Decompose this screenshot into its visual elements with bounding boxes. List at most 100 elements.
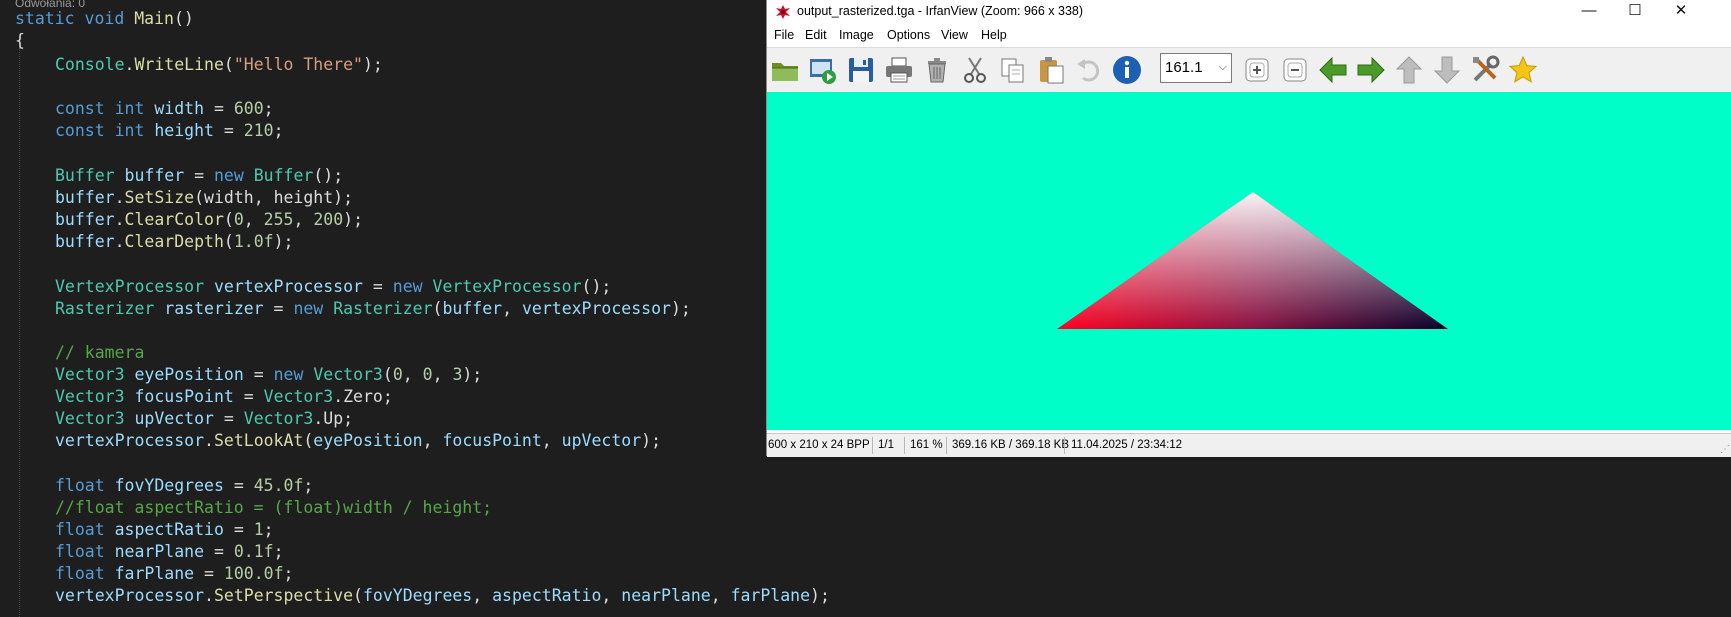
token-identifier: rasterizer	[164, 299, 264, 318]
code-line-near-plane[interactable]: float nearPlane = 0.1f;	[55, 541, 284, 563]
previous-icon[interactable]	[1317, 54, 1349, 86]
favorite-icon[interactable]	[1507, 54, 1539, 86]
title-bar[interactable]: output_rasterized.tga - IrfanView (Zoom:…	[767, 0, 1731, 24]
token-punct: (	[382, 365, 393, 384]
code-line-eye-position[interactable]: Vector3 eyePosition = new Vector3(0, 0, …	[55, 364, 482, 386]
code-line-rasterizer[interactable]: Rasterizer rasterizer = new Rasterizer(b…	[55, 298, 691, 320]
token-keyword: float	[55, 542, 105, 561]
token-identifier: focusPoint	[442, 431, 542, 450]
menu-edit[interactable]: Edit	[805, 28, 827, 42]
code-line-far-plane[interactable]: float farPlane = 100.0f;	[55, 563, 293, 585]
token-punct: ;	[273, 121, 284, 140]
token-number: 255	[263, 210, 294, 229]
token-keyword: static	[15, 9, 75, 28]
code-line-set-look-at[interactable]: vertexProcessor.SetLookAt(eyePosition, f…	[55, 430, 661, 452]
delete-icon[interactable]	[921, 54, 953, 86]
status-separator	[946, 437, 947, 454]
token-identifier: buffer	[442, 299, 503, 318]
token-identifier: buffer	[124, 166, 185, 185]
code-line-open-brace[interactable]: {	[15, 30, 25, 52]
first-icon[interactable]	[1393, 54, 1425, 86]
status-separator	[904, 437, 905, 454]
indent-guide	[19, 40, 20, 617]
menu-help[interactable]: Help	[981, 28, 1007, 42]
token-type: Vector3	[243, 409, 314, 428]
last-icon[interactable]	[1431, 54, 1463, 86]
token-keyword: const	[55, 99, 105, 118]
status-dimensions: 600 x 210 x 24 BPP	[768, 439, 870, 451]
code-line-up-vector[interactable]: Vector3 upVector = Vector3.Up;	[55, 408, 353, 430]
zoom-select[interactable]: 161.1 ⌵	[1160, 53, 1232, 83]
token-keyword: new	[273, 365, 304, 384]
token-args: (width, height);	[194, 188, 354, 207]
menu-options[interactable]: Options	[887, 28, 930, 42]
menu-image[interactable]: Image	[839, 28, 874, 42]
code-line-width[interactable]: const int width = 600;	[55, 98, 274, 120]
token-punct: =	[184, 166, 214, 185]
menu-view[interactable]: View	[941, 28, 968, 42]
code-line-signature[interactable]: static void Main()	[15, 8, 194, 30]
code-line-clear-depth[interactable]: buffer.ClearDepth(1.0f);	[55, 231, 293, 253]
code-line-focus-point[interactable]: Vector3 focusPoint = Vector3.Zero;	[55, 386, 393, 408]
code-line-writeline[interactable]: Console.WriteLine("Hello There");	[55, 54, 383, 76]
image-canvas[interactable]	[767, 92, 1731, 430]
code-line-fov[interactable]: float fovYDegrees = 45.0f;	[55, 475, 313, 497]
token-punct: ,	[502, 299, 522, 318]
token-punct: ,	[472, 586, 493, 605]
print-icon[interactable]	[883, 54, 915, 86]
toolbar: 161.1 ⌵	[767, 47, 1731, 93]
token-punct: ,	[402, 365, 423, 384]
token-identifier: fovYDegrees	[362, 586, 473, 605]
token-identifier: eyePosition	[313, 431, 423, 450]
code-line-comment-aspect[interactable]: //float aspectRatio = (float)width / hei…	[55, 497, 492, 519]
token-punct: .	[204, 431, 214, 450]
token-number: 1.0f	[233, 232, 274, 251]
zoom-in-icon[interactable]	[1241, 54, 1273, 86]
copy-icon[interactable]	[997, 54, 1029, 86]
token-number: 1	[253, 520, 264, 539]
token-punct: ;	[273, 542, 284, 561]
close-button[interactable]: ✕	[1658, 0, 1704, 24]
code-line-buffer-new[interactable]: Buffer buffer = new Buffer();	[55, 165, 343, 187]
token-punct: (	[223, 232, 234, 251]
code-line-comment-camera[interactable]: // kamera	[55, 342, 144, 364]
resize-grip-icon[interactable]: ⋰	[1720, 444, 1730, 455]
token-punct: ,	[293, 210, 314, 229]
token-punct: =	[362, 277, 393, 296]
minimize-button[interactable]: —	[1566, 0, 1612, 24]
token-comment: // kamera	[55, 343, 145, 362]
code-line-set-perspective[interactable]: vertexProcessor.SetPerspective(fovYDegre…	[55, 585, 830, 607]
paste-icon[interactable]	[1035, 54, 1067, 86]
next-icon[interactable]	[1355, 54, 1387, 86]
slideshow-icon[interactable]	[807, 54, 839, 86]
token-method: SetLookAt	[213, 431, 304, 450]
open-folder-icon[interactable]	[769, 54, 801, 86]
cut-icon[interactable]	[959, 54, 991, 86]
irfanview-window[interactable]: output_rasterized.tga - IrfanView (Zoom:…	[766, 0, 1731, 457]
token-punct: .Up;	[313, 409, 354, 428]
status-separator	[872, 437, 873, 454]
token-identifier: farPlane	[114, 564, 195, 583]
token-punct: ;	[263, 99, 274, 118]
triangle-highlight	[1057, 192, 1448, 329]
maximize-button[interactable]: ☐	[1612, 0, 1658, 24]
token-punct: =	[233, 387, 264, 406]
token-type: Rasterizer	[55, 299, 155, 318]
code-line-height[interactable]: const int height = 210;	[55, 120, 284, 142]
code-line-set-size[interactable]: buffer.SetSize(width, height);	[55, 187, 353, 209]
save-icon[interactable]	[845, 54, 877, 86]
token-identifier: farPlane	[730, 586, 811, 605]
info-icon[interactable]	[1111, 54, 1143, 86]
properties-icon[interactable]	[1469, 54, 1501, 86]
token-keyword: int	[114, 121, 145, 140]
code-line-aspect[interactable]: float aspectRatio = 1;	[55, 519, 274, 541]
menu-file[interactable]: File	[774, 28, 794, 42]
zoom-out-icon[interactable]	[1279, 54, 1311, 86]
undo-icon[interactable]	[1073, 54, 1105, 86]
rendered-image	[1057, 192, 1448, 329]
token-punct: (	[223, 210, 234, 229]
token-identifier: focusPoint	[134, 387, 234, 406]
code-line-clear-color[interactable]: buffer.ClearColor(0, 255, 200);	[55, 209, 363, 231]
token-identifier: fovYDegrees	[114, 476, 224, 495]
code-line-vertex-processor[interactable]: VertexProcessor vertexProcessor = new Ve…	[55, 276, 611, 298]
